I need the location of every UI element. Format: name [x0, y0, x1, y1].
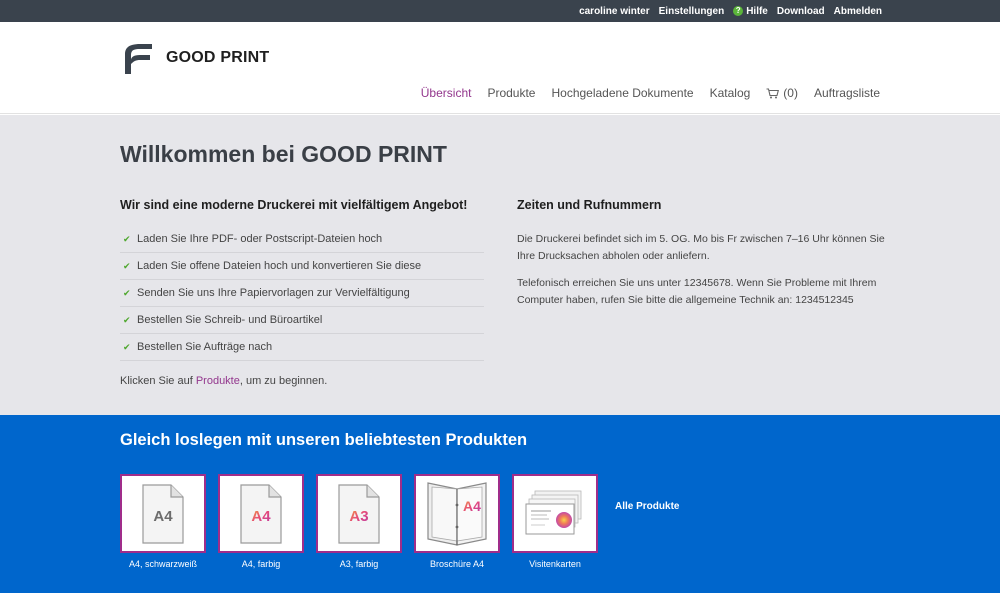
nav-uploaded-documents[interactable]: Hochgeladene Dokumente — [551, 86, 693, 100]
product-label: A3, farbig — [339, 559, 379, 569]
settings-link[interactable]: Einstellungen — [659, 6, 725, 17]
top-bar: caroline winter Einstellungen ? Hilfe Do… — [0, 0, 1000, 22]
checkmark-icon: ✔ — [123, 287, 131, 298]
product-thumbnail: A4 — [218, 474, 304, 553]
site-header: GOOD PRINT Übersicht Produkte Hochgelade… — [0, 22, 1000, 114]
product-thumbnail: A4 — [414, 474, 500, 553]
help-icon: ? — [733, 6, 744, 16]
page-title: Willkommen bei GOOD PRINT — [120, 141, 447, 167]
checkmark-icon: ✔ — [123, 314, 131, 325]
start-hint: Klicken Sie auf Produkte, um zu beginnen… — [120, 375, 328, 387]
list-item: ✔ Bestellen Sie Aufträge nach — [120, 334, 484, 361]
svg-text:A3: A3 — [349, 508, 368, 525]
product-thumbnail: A4 — [120, 474, 206, 553]
download-link[interactable]: Download — [777, 6, 825, 17]
product-tile-business-cards[interactable]: Visitenkarten — [512, 474, 598, 569]
checkmark-icon: ✔ — [123, 260, 131, 271]
popular-products-section: Gleich loslegen mit unseren beliebtesten… — [0, 415, 1000, 593]
checkmark-icon: ✔ — [123, 341, 131, 352]
product-thumbnail — [512, 474, 598, 553]
product-tile-a4-bw[interactable]: A4 A4, schwarzweiß — [120, 474, 206, 569]
logo-icon — [125, 44, 152, 74]
feature-column: Wir sind eine moderne Druckerei mit viel… — [120, 198, 484, 387]
user-name-link[interactable]: caroline winter — [579, 6, 650, 17]
product-label: A4, schwarzweiß — [128, 559, 198, 569]
product-thumbnail: A3 — [316, 474, 402, 553]
product-tile-brochure[interactable]: A4 Broschüre A4 — [414, 474, 500, 569]
list-item: ✔ Senden Sie uns Ihre Papiervorlagen zur … — [120, 280, 484, 307]
products-heading: Gleich loslegen mit unseren beliebtesten… — [120, 431, 528, 449]
feature-list: ✔ Laden Sie Ihre PDF- oder Postscript-Dat… — [120, 226, 484, 361]
nav-cart[interactable]: (0) — [766, 86, 798, 100]
document-a3-color-icon: A3 — [338, 483, 380, 544]
list-item: ✔ Laden Sie offene Dateien hoch und konve… — [120, 253, 484, 280]
feature-heading: Wir sind eine moderne Druckerei mit viel… — [120, 198, 468, 212]
product-tiles: A4 A4, schwarzweiß A4 A4, farbig A3 A3, … — [120, 474, 598, 569]
brochure-icon: A4 — [427, 481, 487, 546]
checkmark-icon: ✔ — [123, 233, 131, 244]
hours-heading: Zeiten und Rufnummern — [517, 198, 662, 212]
hours-column: Zeiten und Rufnummern Die Druckerei befi… — [517, 198, 887, 319]
list-item: ✔ Bestellen Sie Schreib- und Büroartikel — [120, 307, 484, 334]
product-label: Broschüre A4 — [429, 559, 485, 569]
brand-logo[interactable]: GOOD PRINT — [122, 40, 269, 76]
top-links: caroline winter Einstellungen ? Hilfe Do… — [579, 0, 882, 22]
business-cards-icon — [525, 490, 582, 534]
document-a4-color-icon: A4 — [240, 483, 282, 544]
product-label: Visitenkarten — [529, 559, 581, 569]
nav-products[interactable]: Produkte — [487, 86, 535, 100]
nav-overview[interactable]: Übersicht — [421, 86, 472, 100]
list-item: ✔ Laden Sie Ihre PDF- oder Postscript-Dat… — [120, 226, 484, 253]
document-a4-bw-icon: A4 — [142, 483, 184, 544]
footer-strip — [0, 593, 1000, 608]
svg-text:A4: A4 — [153, 508, 173, 525]
logout-link[interactable]: Abmelden — [834, 6, 882, 17]
cart-count: (0) — [783, 86, 798, 100]
hours-text: Die Druckerei befindet sich im 5. OG. Mo… — [517, 233, 885, 262]
product-tile-a4-color[interactable]: A4 A4, farbig — [218, 474, 304, 569]
products-link[interactable]: Produkte — [196, 375, 240, 387]
svg-text:A4: A4 — [251, 508, 271, 525]
cart-icon — [766, 87, 780, 98]
help-label: Hilfe — [746, 5, 768, 17]
svg-text:A4: A4 — [463, 498, 481, 514]
main-nav: Übersicht Produkte Hochgeladene Dokument… — [421, 86, 880, 100]
help-link[interactable]: ? Hilfe — [733, 6, 768, 17]
all-products-link[interactable]: Alle Produkte — [615, 501, 679, 512]
phone-text: Telefonisch erreichen Sie uns unter 1234… — [517, 277, 877, 306]
product-tile-a3-color[interactable]: A3 A3, farbig — [316, 474, 402, 569]
nav-order-list[interactable]: Auftragsliste — [814, 86, 880, 100]
brand-name: GOOD PRINT — [166, 49, 270, 66]
nav-catalog[interactable]: Katalog — [710, 86, 751, 100]
welcome-section: Willkommen bei GOOD PRINT Wir sind eine … — [0, 115, 1000, 415]
product-label: A4, farbig — [241, 559, 281, 569]
